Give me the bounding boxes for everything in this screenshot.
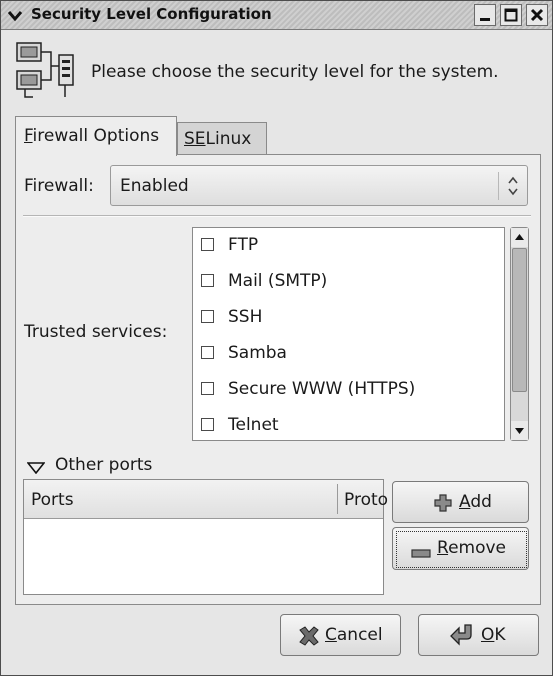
tab-label: Linux: [205, 129, 252, 149]
other-ports-label: Other ports: [55, 455, 153, 475]
service-checkbox[interactable]: [201, 346, 214, 359]
ok-arrow-icon: [449, 623, 475, 652]
remove-mnemonic: R: [437, 538, 449, 558]
column-header-proto[interactable]: Proto: [344, 490, 388, 510]
tab-mnemonic: F: [24, 126, 33, 146]
divider: [23, 215, 531, 217]
close-icon[interactable]: [526, 4, 548, 26]
up-down-arrows-icon: [507, 174, 519, 198]
header-description: Please choose the security level for the…: [91, 62, 499, 82]
plus-icon: [433, 493, 453, 518]
firewall-selected-value: Enabled: [120, 176, 189, 196]
list-item[interactable]: SSH: [193, 300, 504, 336]
service-checkbox[interactable]: [201, 310, 214, 323]
maximize-icon[interactable]: [500, 4, 522, 26]
ports-table-header: Ports Proto: [24, 480, 388, 519]
scroll-down-icon[interactable]: [511, 421, 528, 440]
service-label: Secure WWW (HTTPS): [228, 379, 416, 399]
window-title: Security Level Configuration: [31, 5, 272, 23]
ok-button[interactable]: OK: [418, 614, 539, 656]
add-button[interactable]: Add: [392, 481, 529, 523]
cancel-button[interactable]: Cancel: [280, 614, 401, 656]
service-checkbox[interactable]: [201, 382, 214, 395]
x-cancel-icon: [297, 625, 321, 652]
network-computers-icon: [15, 41, 81, 101]
scroll-up-icon[interactable]: [511, 228, 528, 247]
service-label: Mail (SMTP): [228, 271, 328, 291]
firewall-label: Firewall:: [24, 176, 94, 196]
tab-label: irewall Options: [32, 126, 160, 146]
cancel-label: ancel: [336, 625, 383, 645]
list-item[interactable]: Telnet: [193, 408, 504, 440]
tab-mnemonic: SE: [184, 129, 206, 149]
list-item[interactable]: Mail (SMTP): [193, 264, 504, 300]
services-scrollbar[interactable]: [510, 227, 529, 441]
service-checkbox[interactable]: [201, 418, 214, 431]
firewall-select[interactable]: Enabled: [110, 165, 528, 206]
ports-table[interactable]: Ports Proto: [23, 479, 388, 595]
service-label: SSH: [228, 307, 263, 327]
list-item[interactable]: FTP: [193, 228, 504, 264]
ok-mnemonic: O: [481, 625, 495, 645]
service-label: Samba: [228, 343, 287, 363]
minus-icon: [411, 544, 431, 564]
scrollbar-thumb[interactable]: [512, 248, 527, 392]
remove-button[interactable]: Remove: [392, 527, 529, 570]
list-item[interactable]: Samba: [193, 336, 504, 372]
dialog-window: Security Level Configuration Please choo…: [0, 0, 553, 676]
column-header-ports[interactable]: Ports: [31, 490, 74, 510]
trusted-services-label: Trusted services:: [24, 322, 168, 342]
service-label: FTP: [228, 235, 259, 255]
list-item[interactable]: Secure WWW (HTTPS): [193, 372, 504, 408]
tab-selinux[interactable]: SELinux: [177, 122, 267, 155]
ok-label: K: [494, 625, 506, 645]
title-bar[interactable]: Security Level Configuration: [1, 1, 552, 30]
cancel-mnemonic: C: [325, 625, 337, 645]
remove-label: emove: [448, 538, 507, 558]
triangle-down-icon: [26, 459, 46, 475]
minimize-icon[interactable]: [474, 4, 496, 26]
service-checkbox[interactable]: [201, 274, 214, 287]
other-ports-expander[interactable]: Other ports: [26, 455, 167, 477]
tab-firewall-options[interactable]: Firewall Options: [15, 116, 177, 156]
add-label: dd: [470, 492, 492, 512]
trusted-services-list[interactable]: FTP Mail (SMTP) SSH Samba Secure WWW (HT…: [192, 227, 505, 441]
chevron-down-icon[interactable]: [4, 4, 26, 26]
service-label: Telnet: [228, 415, 279, 435]
add-mnemonic: A: [459, 492, 471, 512]
service-checkbox[interactable]: [201, 238, 214, 251]
